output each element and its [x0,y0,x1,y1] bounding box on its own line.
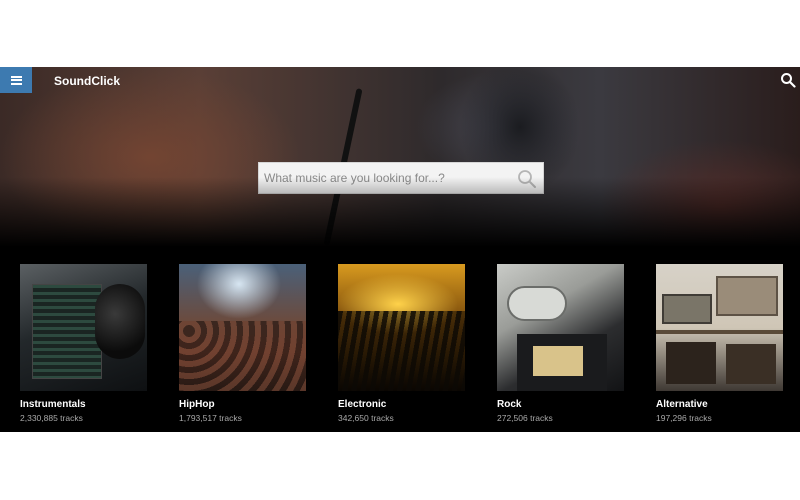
vintage-radio-image [726,344,776,384]
genre-thumbnail[interactable] [656,264,783,391]
genre-track-count: 272,506 tracks [497,413,553,423]
genre-name[interactable]: Electronic [338,399,465,410]
genre-list: Instrumentals 2,330,885 tracks HipHop 1,… [20,264,784,424]
genre-track-count: 197,296 tracks [656,413,712,423]
genre-card-rock[interactable]: Rock 272,506 tracks [497,264,624,423]
genre-track-count: 342,650 tracks [338,413,394,423]
raised-hands-image [338,311,465,391]
top-bar: SoundClick [0,67,800,94]
genre-thumbnail[interactable] [20,264,147,391]
genre-track-count: 2,330,885 tracks [20,413,83,423]
music-search-input[interactable] [259,163,509,193]
vintage-radio-image [662,294,712,324]
studio-mic-image [95,284,145,359]
genre-name[interactable]: Alternative [656,399,783,410]
vintage-radio-image [666,342,716,384]
guitar-image [507,286,567,321]
genre-name[interactable]: Instrumentals [20,399,147,410]
daw-screen-image [32,284,102,379]
music-search-box [258,162,544,194]
brand-logo-text[interactable]: SoundClick [54,74,120,88]
genre-thumbnail[interactable] [497,264,624,391]
shirt-print-image [533,346,583,376]
hero-banner: SoundClick [0,67,800,247]
search-submit-icon[interactable] [517,169,537,189]
genre-card-hiphop[interactable]: HipHop 1,793,517 tracks [179,264,306,423]
genre-thumbnail[interactable] [179,264,306,391]
search-icon[interactable] [780,72,796,88]
app-container: SoundClick Instrumentals 2,330,885 track… [0,67,800,432]
genre-card-electronic[interactable]: Electronic 342,650 tracks [338,264,465,423]
vintage-radio-image [716,276,778,316]
hero-singer-image [420,67,620,247]
shelf-image [656,330,783,334]
genre-name[interactable]: HipHop [179,399,306,410]
genre-track-count: 1,793,517 tracks [179,413,242,423]
genre-thumbnail[interactable] [338,264,465,391]
genre-name[interactable]: Rock [497,399,624,410]
menu-icon [10,75,22,85]
menu-button[interactable] [0,67,32,93]
genre-card-alternative[interactable]: Alternative 197,296 tracks [656,264,783,423]
genre-card-instrumentals[interactable]: Instrumentals 2,330,885 tracks [20,264,147,423]
crowd-image [179,321,306,391]
